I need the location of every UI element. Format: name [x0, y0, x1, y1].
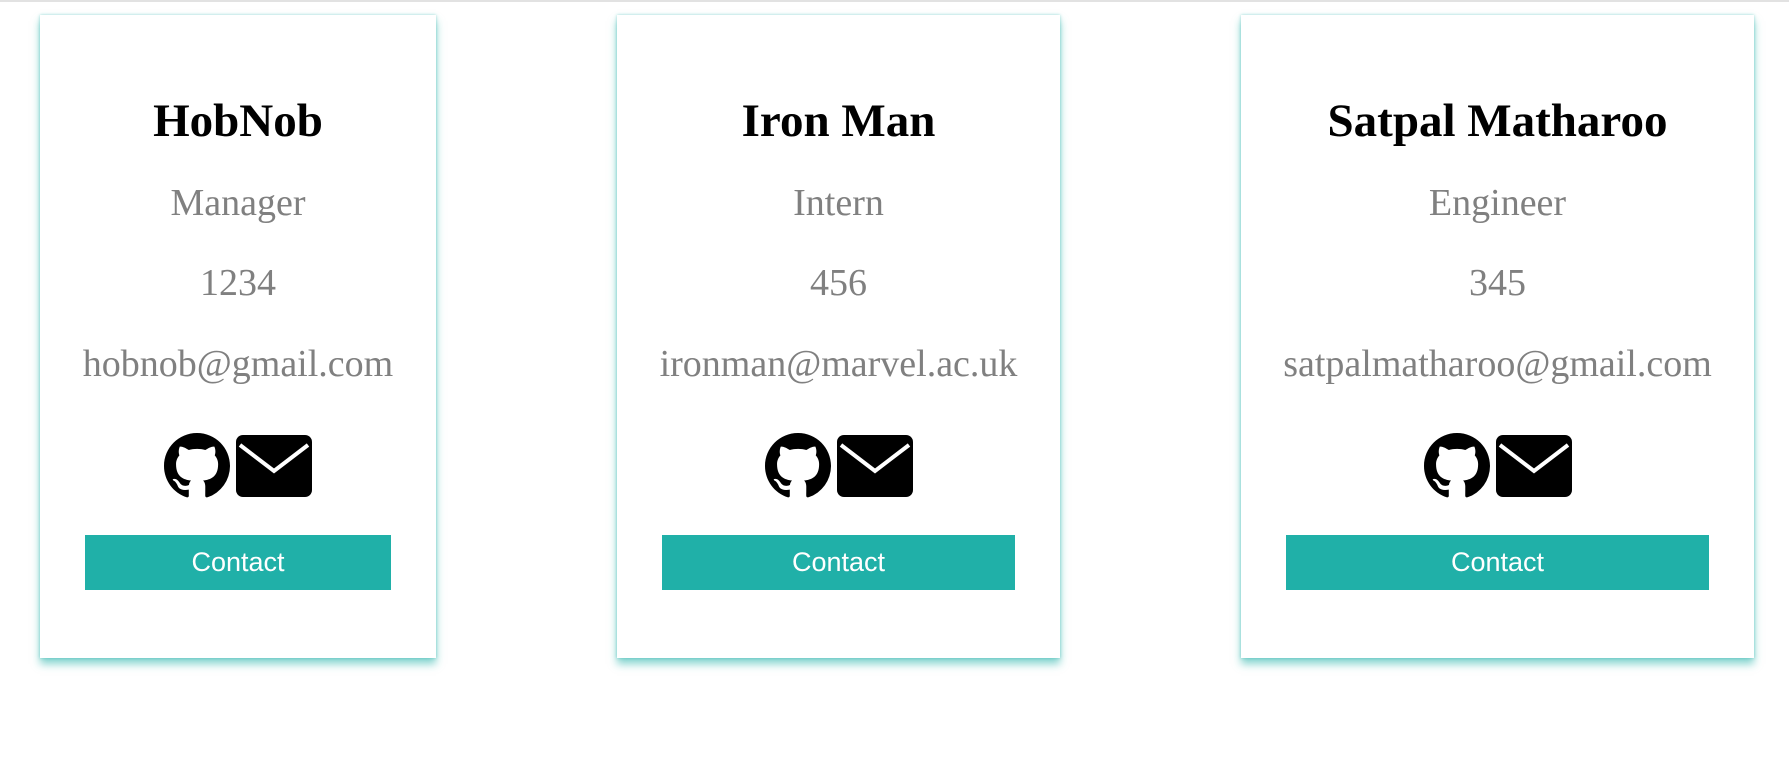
employee-id: 456 [810, 262, 867, 304]
employee-role: Manager [170, 182, 306, 224]
github-icon[interactable] [764, 433, 831, 499]
mail-icon[interactable] [236, 435, 312, 497]
github-icon[interactable] [164, 433, 230, 499]
top-border [0, 0, 1789, 2]
social-icons [1241, 433, 1754, 499]
contact-button[interactable]: Contact [662, 535, 1015, 590]
employee-id: 345 [1469, 262, 1526, 304]
employee-email: satpalmatharoo@gmail.com [1283, 343, 1712, 385]
employee-name: Satpal Matharoo [1327, 95, 1668, 147]
employee-card-satpal-matharoo: Satpal Matharoo Engineer 345 satpalmatha… [1241, 15, 1754, 658]
employee-name: Iron Man [741, 95, 936, 147]
contact-button[interactable]: Contact [85, 535, 391, 590]
employee-role: Intern [793, 182, 884, 224]
employee-id: 1234 [200, 262, 276, 304]
social-icons [617, 433, 1060, 499]
mail-icon[interactable] [836, 435, 913, 497]
mail-icon[interactable] [1495, 435, 1572, 497]
employee-email: hobnob@gmail.com [82, 343, 394, 385]
social-icons [40, 433, 436, 499]
employee-role: Engineer [1428, 182, 1567, 224]
employee-email: ironman@marvel.ac.uk [659, 343, 1018, 385]
contact-button[interactable]: Contact [1286, 535, 1709, 590]
github-icon[interactable] [1423, 433, 1490, 499]
employee-name: HobNob [153, 95, 323, 147]
employee-card-hobnob: HobNob Manager 1234 hobnob@gmail.com Con… [40, 15, 436, 658]
employee-card-iron-man: Iron Man Intern 456 ironman@marvel.ac.uk… [617, 15, 1060, 658]
